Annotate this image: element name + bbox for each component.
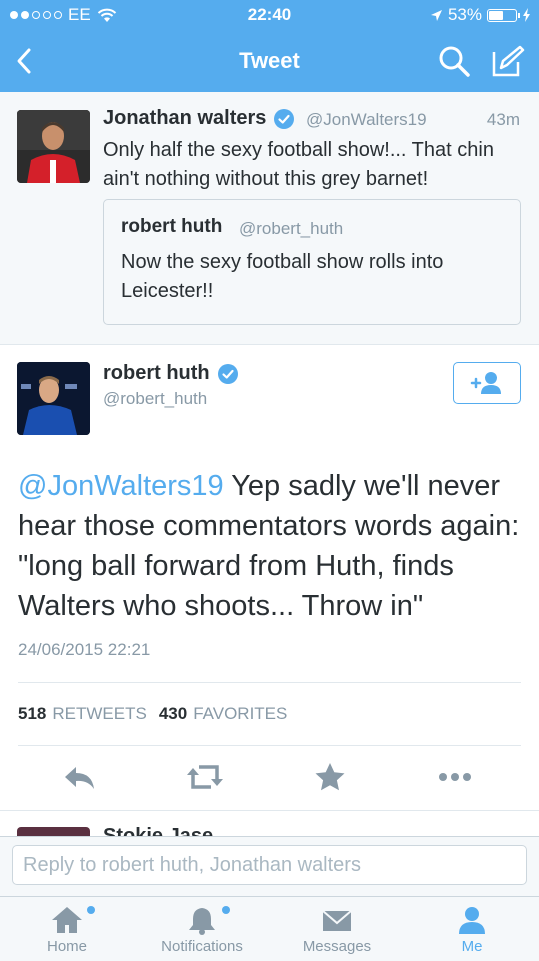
tab-label: Notifications [161, 938, 243, 955]
divider [18, 745, 521, 746]
quoted-tweet[interactable]: robert huth @robert_huth Now the sexy fo… [103, 199, 521, 325]
more-options-icon[interactable] [435, 760, 475, 794]
favorite-star-icon[interactable] [310, 760, 350, 794]
status-bar: EE 22:40 53% [0, 0, 539, 30]
author-handle[interactable]: @JonWalters19 [306, 110, 427, 130]
tab-me[interactable]: Me [432, 897, 512, 961]
favorites-count[interactable]: 430 [159, 704, 187, 724]
status-right: 53% [430, 5, 531, 25]
verified-badge-icon [217, 363, 238, 384]
nav-bar: Tweet [0, 30, 539, 92]
location-arrow-icon [430, 9, 442, 21]
search-icon[interactable] [437, 44, 471, 78]
quoted-author-handle: @robert_huth [239, 219, 344, 238]
avatar[interactable] [17, 362, 90, 435]
retweets-label[interactable]: RETWEETS [52, 704, 146, 724]
compose-icon[interactable] [490, 44, 526, 78]
quoted-tweet-text: Now the sexy football show rolls into Le… [121, 251, 444, 302]
timestamp: 43m [486, 110, 520, 129]
tweet-date: 24/06/2015 22:21 [18, 640, 151, 659]
reply-icon[interactable] [60, 760, 100, 794]
avatar[interactable] [17, 110, 90, 183]
author-handle[interactable]: @robert_huth [103, 389, 207, 409]
home-icon [52, 907, 82, 933]
unread-dot [87, 906, 95, 914]
tab-messages[interactable]: Messages [287, 897, 387, 961]
retweet-icon[interactable] [185, 760, 225, 794]
tweet-text: Only half the sexy football show!... Tha… [103, 139, 494, 190]
author-name[interactable]: robert huth [103, 362, 238, 385]
person-icon [459, 907, 485, 934]
charging-bolt-icon [523, 8, 530, 22]
author-name[interactable]: Jonathan walters [103, 107, 295, 130]
favorites-label[interactable]: FAVORITES [193, 704, 287, 724]
add-user-icon [470, 372, 501, 394]
retweets-count[interactable]: 518 [18, 704, 46, 724]
battery-percent: 53% [447, 5, 482, 24]
tab-label: Me [461, 938, 483, 955]
tweet-stats: 518 RETWEETS 430 FAVORITES [18, 704, 293, 724]
robert-huth-avatar-image [17, 362, 90, 435]
envelope-icon [322, 910, 352, 931]
tab-notifications[interactable]: Notifications [147, 897, 257, 961]
jonathan-walters-avatar-image [17, 110, 90, 183]
unread-dot [222, 906, 230, 914]
tab-bar: Home Notifications Messages Me [0, 896, 539, 961]
tab-label: Messages [302, 938, 372, 955]
quoted-author-name: robert huth [121, 216, 223, 237]
reply-bar [0, 836, 539, 897]
tab-home[interactable]: Home [17, 897, 117, 961]
battery-icon [487, 8, 520, 22]
verified-badge-icon [274, 108, 295, 129]
tab-label: Home [46, 938, 87, 955]
divider [18, 682, 521, 683]
follow-button[interactable] [453, 362, 521, 404]
mention-link[interactable]: @JonWalters19 [18, 470, 224, 502]
tweet-text: @JonWalters19 Yep sadly we'll never hear… [18, 466, 523, 626]
next-tweet-peek[interactable]: Stokie Jase [0, 810, 539, 837]
reply-input[interactable] [12, 845, 527, 885]
bell-icon [189, 908, 215, 935]
